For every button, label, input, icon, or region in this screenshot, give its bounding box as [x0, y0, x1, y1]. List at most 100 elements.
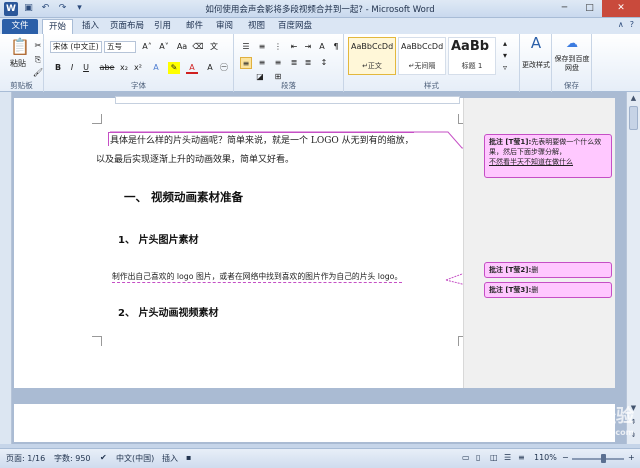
- watermark-url: jingyan.baidu.com: [550, 428, 634, 437]
- page-count[interactable]: 页面: 1/16: [6, 453, 45, 464]
- language-status[interactable]: 中文(中国): [116, 453, 154, 464]
- bullets-icon[interactable]: ☰: [240, 41, 252, 53]
- change-styles-button[interactable]: 更改样式: [521, 59, 551, 71]
- style-heading-1-name: 标题 1: [461, 62, 483, 70]
- save-group: ☁ 保存到百度网盘 保存: [552, 34, 592, 92]
- watermark-logo: Baidu 经验 jingyan.baidu.com: [534, 402, 634, 437]
- styles-label: 样式: [424, 81, 439, 90]
- align-left-icon[interactable]: ≡: [240, 57, 252, 69]
- tab-insert[interactable]: 插入: [76, 19, 105, 34]
- underline-button[interactable]: U: [80, 62, 92, 74]
- comment-author: 批注 [T莹2]:: [489, 266, 532, 274]
- styles-group: AaBbCcDd ↵正文 AaBbCcDd ↵无间隔 AaBb 标题 1 ▴ ▾…: [344, 34, 520, 92]
- vertical-scrollbar[interactable]: ▲ ▼ ⇞ ⇟: [626, 92, 640, 444]
- tab-review[interactable]: 审阅: [210, 19, 239, 34]
- font-size-select[interactable]: 五号: [104, 41, 136, 53]
- zoom-level[interactable]: 110%: [534, 453, 557, 462]
- baidu-pan-icon[interactable]: ☁: [564, 37, 580, 53]
- tab-view[interactable]: 视图: [242, 19, 271, 34]
- tab-references[interactable]: 引用: [148, 19, 177, 34]
- text-effects-icon[interactable]: A: [150, 62, 162, 74]
- horizontal-ruler: [115, 96, 460, 104]
- tab-page-layout[interactable]: 页面布局: [104, 19, 150, 34]
- cut-icon[interactable]: ✂: [32, 40, 44, 52]
- highlight-icon[interactable]: ✎: [168, 62, 180, 74]
- char-shading-icon[interactable]: A: [204, 62, 216, 74]
- font-name-select[interactable]: 宋体 (中文正): [50, 41, 102, 53]
- decrease-indent-icon[interactable]: ⇤: [288, 41, 300, 53]
- macro-record-icon[interactable]: ▪: [186, 453, 191, 462]
- numbering-icon[interactable]: ≡: [256, 41, 268, 53]
- grow-font-button[interactable]: A˄: [139, 41, 155, 53]
- style-no-spacing[interactable]: AaBbCcDd ↵无间隔: [398, 37, 446, 75]
- distributed-icon[interactable]: ≣: [302, 57, 314, 69]
- view-outline-icon[interactable]: ☰: [504, 453, 511, 462]
- save-to-baidu-button[interactable]: 保存到百度网盘: [554, 55, 590, 73]
- zoom-slider[interactable]: [572, 458, 624, 460]
- view-web-icon[interactable]: ◫: [490, 453, 498, 462]
- superscript-button[interactable]: x²: [132, 62, 144, 74]
- status-bar: 页面: 1/16 字数: 950 ✔ 中文(中国) 插入 ▪ ▭ ▯ ◫ ☰ ≡…: [0, 448, 640, 468]
- ribbon-tabs: 文件 开始 插入 页面布局 引用 邮件 审阅 视图 百度网盘 ∧ ?: [0, 18, 640, 34]
- comment-balloon[interactable]: 批注 [T莹2]:删: [484, 262, 612, 278]
- style-no-spacing-sample: AaBbCcDd: [401, 42, 444, 51]
- close-button[interactable]: ✕: [602, 0, 640, 17]
- zoom-slider-knob[interactable]: [601, 454, 606, 463]
- window-title: 如何使用会声会影将多段视频合并到一起? - Microsoft Word: [205, 5, 435, 15]
- font-color-icon[interactable]: A: [186, 62, 198, 74]
- tab-baidu-pan[interactable]: 百度网盘: [272, 19, 318, 34]
- tab-home[interactable]: 开始: [42, 19, 74, 34]
- show-marks-icon[interactable]: ¶: [330, 41, 342, 53]
- increase-indent-icon[interactable]: ⇥: [302, 41, 314, 53]
- justify-icon[interactable]: ≣: [288, 57, 300, 69]
- subscript-button[interactable]: x₂: [118, 62, 130, 74]
- collapse-ribbon-icon[interactable]: ∧: [618, 20, 624, 29]
- change-styles-group: A 更改样式: [520, 34, 552, 92]
- watermark-text: Baidu 经验: [533, 406, 634, 427]
- align-right-icon[interactable]: ≡: [272, 57, 284, 69]
- multilevel-list-icon[interactable]: ⋮: [272, 41, 284, 53]
- comment-balloon[interactable]: 批注 [T莹3]:删: [484, 282, 612, 298]
- strikethrough-button[interactable]: abe: [98, 62, 116, 74]
- paste-button[interactable]: 粘贴: [10, 58, 26, 70]
- insert-mode[interactable]: 插入: [162, 453, 178, 464]
- zoom-out-button[interactable]: −: [562, 453, 569, 462]
- style-heading-1[interactable]: AaBb 标题 1: [448, 37, 496, 75]
- italic-button[interactable]: I: [66, 62, 78, 74]
- tab-mailings[interactable]: 邮件: [180, 19, 209, 34]
- minimize-button[interactable]: ─: [552, 0, 577, 17]
- style-normal-sample: AaBbCcDd: [351, 42, 394, 51]
- window-controls: ─ □ ✕: [552, 0, 640, 17]
- style-normal[interactable]: AaBbCcDd ↵正文: [348, 37, 396, 75]
- shrink-font-button[interactable]: A˅: [156, 41, 172, 53]
- maximize-button[interactable]: □: [577, 0, 602, 17]
- line-spacing-icon[interactable]: ↕: [318, 57, 330, 69]
- format-painter-icon[interactable]: 🖌: [32, 67, 44, 79]
- styles-more-icon[interactable]: ▿: [499, 62, 511, 74]
- scroll-up-icon[interactable]: ▲: [627, 92, 640, 105]
- styles-scroll-up-icon[interactable]: ▴: [499, 38, 511, 50]
- proofing-icon[interactable]: ✔: [100, 453, 107, 462]
- font-group: 宋体 (中文正) 五号 A˄ A˅ Aa ⌫ 文 B I U abe x₂ x²…: [44, 34, 234, 92]
- chinese-layout-icon[interactable]: A: [316, 41, 328, 53]
- clear-format-icon[interactable]: ⌫: [192, 41, 204, 53]
- align-center-icon[interactable]: ≡: [256, 57, 268, 69]
- view-print-layout-icon[interactable]: ▭: [462, 453, 470, 462]
- enclose-char-icon[interactable]: ㊀: [218, 62, 230, 74]
- styles-scroll-down-icon[interactable]: ▾: [499, 50, 511, 62]
- tab-file[interactable]: 文件: [2, 19, 38, 34]
- title-bar: W ▣ ↶ ↷ ▾ 如何使用会声会影将多段视频合并到一起? - Microsof…: [0, 0, 640, 18]
- phonetic-icon[interactable]: 文: [208, 41, 220, 53]
- word-count[interactable]: 字数: 950: [54, 453, 91, 464]
- help-icon[interactable]: ?: [630, 20, 634, 29]
- change-styles-icon[interactable]: A: [528, 36, 544, 55]
- scroll-thumb[interactable]: [629, 106, 638, 130]
- comment-balloon[interactable]: 批注 [T莹1]:先表明要做一个什么效果，然后下面步骤分解， 不然看半天不知道在…: [484, 134, 612, 178]
- copy-icon[interactable]: ⎘: [32, 54, 44, 66]
- paste-icon[interactable]: 📋: [10, 37, 30, 57]
- view-draft-icon[interactable]: ≡: [518, 453, 525, 462]
- zoom-in-button[interactable]: +: [628, 453, 635, 462]
- view-full-screen-icon[interactable]: ▯: [476, 453, 480, 462]
- bold-button[interactable]: B: [52, 62, 64, 74]
- change-case-button[interactable]: Aa: [174, 41, 190, 53]
